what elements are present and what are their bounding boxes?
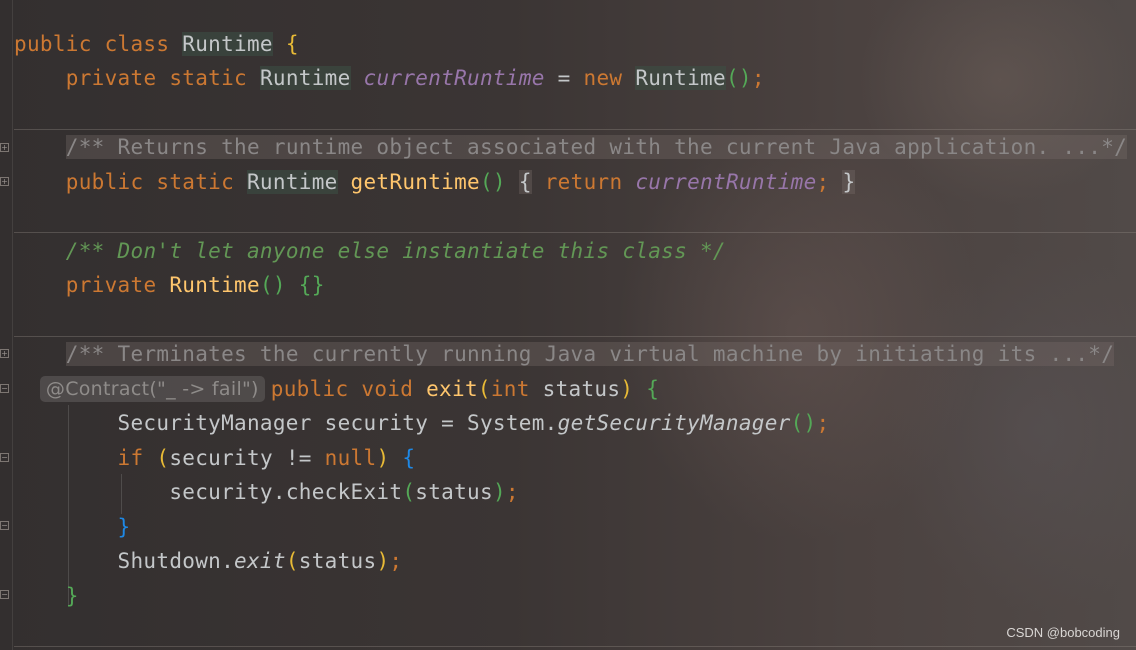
semicolon: ; <box>816 170 830 194</box>
fold-collapse-icon[interactable]: − <box>0 453 9 462</box>
semicolon: ; <box>816 411 830 435</box>
paren-open: ( <box>477 377 491 401</box>
paren-close: ) <box>492 480 506 504</box>
code-line-private-constructor[interactable]: private Runtime() {} <box>14 268 325 302</box>
code-line-doc-comment[interactable]: /** Don't let anyone else instantiate th… <box>14 234 726 268</box>
code-editor[interactable]: + + + − − − − public class Runtime { pri… <box>0 0 1136 650</box>
keyword: null <box>324 446 377 470</box>
semicolon: ; <box>389 549 403 573</box>
code-line-check-exit[interactable]: security.checkExit(status); <box>14 475 519 509</box>
parens: () <box>259 273 286 297</box>
doc-comment: /** Don't let anyone else instantiate th… <box>65 239 726 263</box>
paren-open: ( <box>156 446 170 470</box>
method-separator <box>14 232 1136 233</box>
method-call: getSecurityManager <box>557 411 791 435</box>
brace: { <box>285 32 299 56</box>
type-name: Runtime <box>259 66 351 90</box>
folded-brace[interactable]: } <box>842 170 856 194</box>
editor-gutter <box>0 0 13 650</box>
code-line-folded-comment[interactable]: /** Terminates the currently running Jav… <box>14 337 1115 371</box>
code-line-close-method[interactable]: } <box>14 579 79 613</box>
code-line-shutdown-exit[interactable]: Shutdown.exit(status); <box>14 544 403 578</box>
brace: } <box>117 515 131 539</box>
paren-close: ) <box>376 549 390 573</box>
class-name: Runtime <box>182 32 273 56</box>
paren-close: ) <box>376 446 390 470</box>
paren-open: ( <box>285 549 299 573</box>
semicolon: ; <box>751 66 765 90</box>
keyword: private <box>65 273 170 297</box>
fold-expand-icon[interactable]: + <box>0 349 9 358</box>
watermark: CSDN @bobcoding <box>1006 625 1120 640</box>
brace: } <box>65 584 79 608</box>
parens: () <box>790 411 817 435</box>
code-line-exit-method[interactable]: @Contract("_ -> fail") public void exit(i… <box>14 372 659 406</box>
constructor-name: Runtime <box>635 66 726 90</box>
method-name: exit <box>426 377 478 401</box>
braces: {} <box>298 273 325 297</box>
fold-end-icon[interactable]: − <box>0 521 9 530</box>
statement-text: Shutdown. <box>117 549 235 573</box>
folded-doc-comment[interactable]: /** Returns the runtime object associate… <box>65 135 1128 159</box>
operator: = <box>544 66 584 90</box>
folded-brace[interactable]: { <box>518 170 532 194</box>
keyword: int <box>490 377 543 401</box>
method-name: getRuntime <box>350 170 480 194</box>
argument: status <box>298 549 377 573</box>
statement-text: SecurityManager security = System. <box>117 411 558 435</box>
method-separator <box>14 646 1136 647</box>
code-line-close-if[interactable]: } <box>14 510 131 544</box>
field-name: currentRuntime <box>363 66 545 90</box>
keyword: public void <box>270 377 427 401</box>
keyword: public class <box>14 32 183 56</box>
keyword: new <box>583 66 636 90</box>
field-name: currentRuntime <box>635 170 817 194</box>
statement-text: security.checkExit <box>169 480 403 504</box>
fold-expand-icon[interactable]: + <box>0 177 9 186</box>
code-line-security-manager[interactable]: SecurityManager security = System.getSec… <box>14 406 830 440</box>
paren-open: ( <box>402 480 416 504</box>
argument: status <box>415 480 493 504</box>
parens: () <box>725 66 752 90</box>
code-line-get-runtime[interactable]: public static Runtime getRuntime() { ret… <box>14 165 856 199</box>
fold-end-icon[interactable]: − <box>0 590 9 599</box>
semicolon: ; <box>505 480 519 504</box>
type-name: Runtime <box>246 170 338 194</box>
code-line-field-declaration[interactable]: private static Runtime currentRuntime = … <box>14 61 765 95</box>
fold-collapse-icon[interactable]: − <box>0 384 9 393</box>
parameter: status <box>542 377 621 401</box>
method-call: exit <box>234 549 286 573</box>
contract-annotation-hint[interactable]: @Contract("_ -> fail") <box>39 376 265 402</box>
code-line-class-declaration[interactable]: public class Runtime { <box>14 27 299 61</box>
keyword: private static <box>65 66 260 90</box>
keyword: return <box>544 170 636 194</box>
constructor-name: Runtime <box>169 273 260 297</box>
code-line-folded-comment[interactable]: /** Returns the runtime object associate… <box>14 130 1128 164</box>
fold-expand-icon[interactable]: + <box>0 143 9 152</box>
folded-doc-comment[interactable]: /** Terminates the currently running Jav… <box>65 342 1115 366</box>
code-line-if-statement[interactable]: if (security != null) { <box>14 441 415 475</box>
paren-close: ) <box>620 377 634 401</box>
keyword: if <box>117 446 157 470</box>
brace: { <box>646 377 660 401</box>
brace: { <box>402 446 416 470</box>
condition-text: security != <box>169 446 325 470</box>
keyword: public static <box>65 170 247 194</box>
parens: () <box>479 170 506 194</box>
